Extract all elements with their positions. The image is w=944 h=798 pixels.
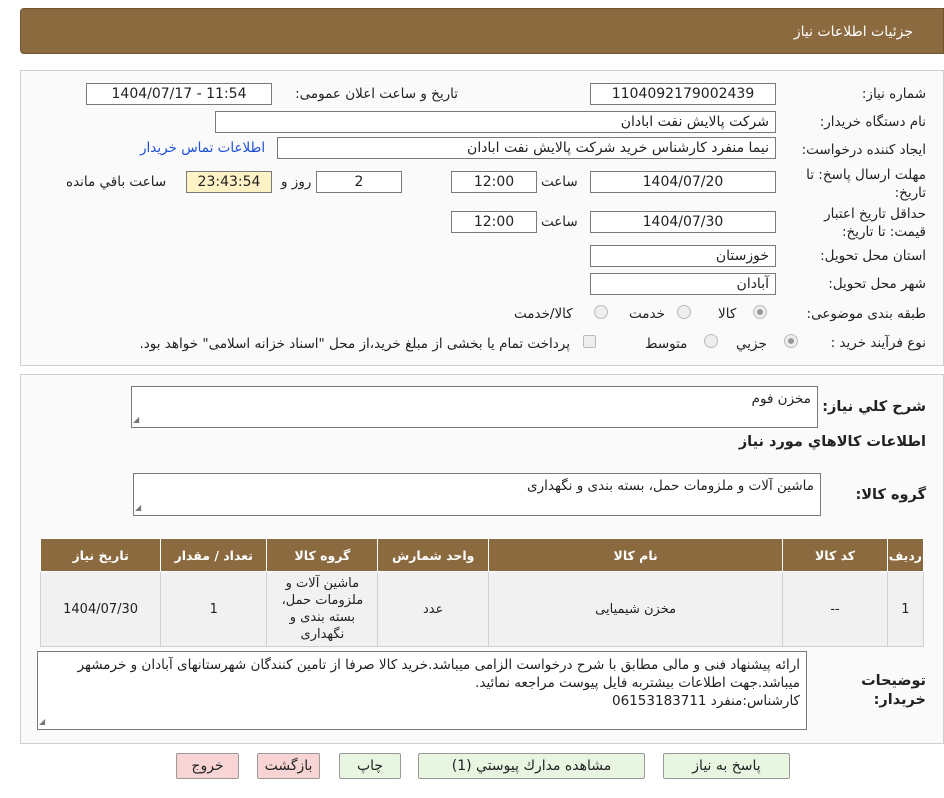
exit-button[interactable]: خروج <box>176 753 239 779</box>
back-button[interactable]: بازگشت <box>257 753 320 779</box>
table-row: 1 -- مخزن شیمیایی عدد ماشین آلات و ملزوم… <box>39 571 925 647</box>
resize-grip-icon[interactable]: ◢ <box>135 504 143 512</box>
remaining-time-field: 23:43:54 <box>186 171 272 193</box>
buyer-notes-field[interactable]: ارائه پیشنهاد فنی و مالی مطابق با شرح در… <box>37 651 807 730</box>
attachments-button[interactable]: مشاهده مدارك پيوستي (1) <box>418 753 645 779</box>
category-option-goods: کالا <box>718 306 737 322</box>
days-label: روز و <box>281 174 312 190</box>
announce-field: 1404/07/17 - 11:54 <box>86 83 272 105</box>
items-table: ردیف کد کالا نام کالا واحد شمارش گروه کا… <box>39 538 925 647</box>
province-field: خوزستان <box>590 245 776 267</box>
col-unit: واحد شمارش <box>377 538 489 572</box>
need-number-field: 1104092179002439 <box>590 83 776 105</box>
process-label: نوع فرآیند خرید : <box>830 335 926 351</box>
buyer-notes-line2: کارشناس:منفرد 06153183711 <box>612 693 800 709</box>
col-name: نام کالا <box>487 538 784 572</box>
cell-group: ماشین آلات و ملزومات حمل، بسته بندی و نگ… <box>266 571 379 647</box>
deadline-date-field: 1404/07/20 <box>590 171 776 193</box>
validity-time-label: ساعت <box>541 214 578 230</box>
buyer-org-label: نام دستگاه خریدار: <box>819 114 926 130</box>
category-radio-goods[interactable] <box>753 305 767 319</box>
category-option-service: خدمت <box>629 306 665 322</box>
cell-unit: عدد <box>377 571 489 647</box>
treasury-payment-checkbox[interactable] <box>583 335 596 348</box>
cell-code: -- <box>782 571 888 647</box>
payment-note: پرداخت تمام یا بخشی از مبلغ خرید،از محل … <box>139 336 570 352</box>
process-radio-medium[interactable] <box>704 334 718 348</box>
category-option-goods-service: کالا/خدمت <box>514 306 573 322</box>
goods-group-label: گروه کالا: <box>855 487 926 503</box>
page-header: جزئیات اطلاعات نیاز <box>20 8 944 54</box>
announce-label: تاریخ و ساعت اعلان عمومی: <box>295 86 458 102</box>
general-desc-field[interactable]: مخزن فوم <box>131 386 818 428</box>
buyer-notes-label: توضیحات خریدار: <box>861 673 926 708</box>
cell-row: 1 <box>886 571 925 647</box>
validity-label: حداقل تاریخ اعتبار قیمت: تا تاریخ: <box>824 206 926 240</box>
category-radio-service[interactable] <box>677 305 691 319</box>
category-radio-goods-service[interactable] <box>594 305 608 319</box>
deadline-time-label: ساعت <box>541 174 578 190</box>
goods-info-title: اطلاعات کالاهاي مورد نیاز <box>738 434 926 450</box>
reply-button[interactable]: پاسخ به نیاز <box>663 753 790 779</box>
creator-field: نیما منفرد کارشناس خرید شرکت پالایش نفت … <box>277 137 776 159</box>
col-date: تاریخ نیاز <box>39 538 162 572</box>
resize-grip-icon[interactable]: ◢ <box>133 416 141 424</box>
buyer-org-field: شرکت پالایش نفت ابادان <box>215 111 776 133</box>
city-field: آبادان <box>590 273 776 295</box>
deadline-label: مهلت ارسال پاسخ: تا تاریخ: <box>806 167 926 201</box>
print-button[interactable]: چاپ <box>339 753 401 779</box>
validity-time-field: 12:00 <box>451 211 537 233</box>
cell-qty: 1 <box>160 571 268 647</box>
days-remaining-field: 2 <box>316 171 402 193</box>
creator-label: ایجاد کننده درخواست: <box>801 142 926 158</box>
goods-group-field[interactable]: ماشین آلات و ملزومات حمل، بسته بندی و نگ… <box>133 473 821 516</box>
category-label: طبقه بندی موضوعی: <box>806 306 926 322</box>
col-row: ردیف <box>886 538 925 572</box>
validity-date-field: 1404/07/30 <box>590 211 776 233</box>
general-desc-label: شرح کلي نیاز: <box>822 399 926 415</box>
col-qty: تعداد / مقدار <box>160 538 268 572</box>
city-label: شهر محل تحویل: <box>828 276 926 292</box>
remaining-label: ساعت باقي مانده <box>66 174 167 190</box>
cell-date: 1404/07/30 <box>39 571 162 647</box>
contact-buyer-link[interactable]: اطلاعات تماس خریدار <box>140 140 265 156</box>
deadline-time-field: 12:00 <box>451 171 537 193</box>
process-radio-minor[interactable] <box>784 334 798 348</box>
cell-name: مخزن شیمیایی <box>487 571 784 647</box>
need-number-label: شماره نیاز: <box>861 86 926 102</box>
buyer-notes-line1: ارائه پیشنهاد فنی و مالی مطابق با شرح در… <box>77 657 800 691</box>
resize-grip-icon[interactable]: ◢ <box>39 718 47 726</box>
col-code: کد کالا <box>782 538 888 572</box>
province-label: استان محل تحویل: <box>820 248 926 264</box>
table-header-row: ردیف کد کالا نام کالا واحد شمارش گروه کا… <box>39 538 925 572</box>
process-option-medium: متوسط <box>645 336 688 352</box>
col-group: گروه کالا <box>266 538 379 572</box>
process-option-minor: جزیي <box>736 336 767 352</box>
